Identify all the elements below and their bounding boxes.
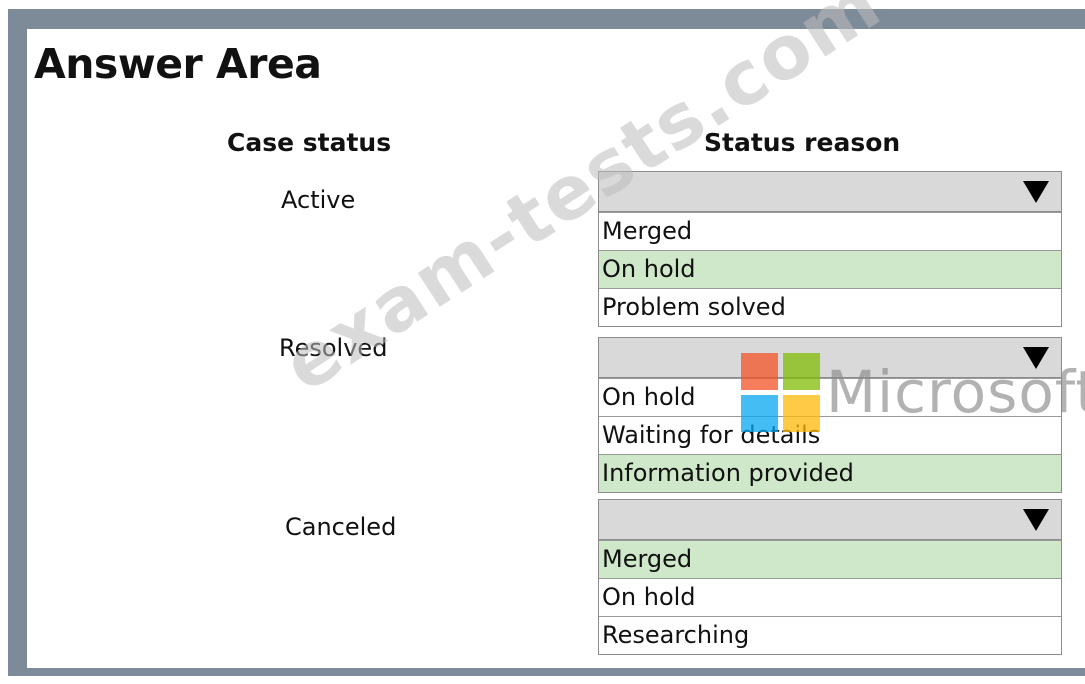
dropdown-options: Merged On hold Researching <box>598 540 1062 655</box>
case-status-canceled: Canceled <box>285 513 397 541</box>
dropdown-option[interactable]: Researching <box>599 616 1061 654</box>
page-title: Answer Area <box>34 40 322 88</box>
microsoft-logo-text: Microsoft <box>826 358 1085 426</box>
dropdown-arrow-icon[interactable] <box>1023 181 1049 203</box>
dropdown-option-selected[interactable]: On hold <box>599 250 1061 288</box>
dropdown-option[interactable]: On hold <box>599 578 1061 616</box>
dropdown-option-selected[interactable]: Information provided <box>599 454 1061 492</box>
dropdown-option-selected[interactable]: Merged <box>599 540 1061 578</box>
dropdown-arrow-icon[interactable] <box>1023 509 1049 531</box>
case-status-active: Active <box>281 186 356 214</box>
status-reason-dropdown-canceled[interactable]: Merged On hold Researching <box>598 499 1062 655</box>
dropdown-option[interactable]: Problem solved <box>599 288 1061 326</box>
microsoft-logo-icon <box>741 353 821 433</box>
dropdown-options: Merged On hold Problem solved <box>598 212 1062 327</box>
case-status-header: Case status <box>227 128 392 157</box>
dropdown-header[interactable] <box>598 499 1062 540</box>
status-reason-dropdown-active[interactable]: Merged On hold Problem solved <box>598 171 1062 327</box>
dropdown-option[interactable]: Merged <box>599 212 1061 250</box>
